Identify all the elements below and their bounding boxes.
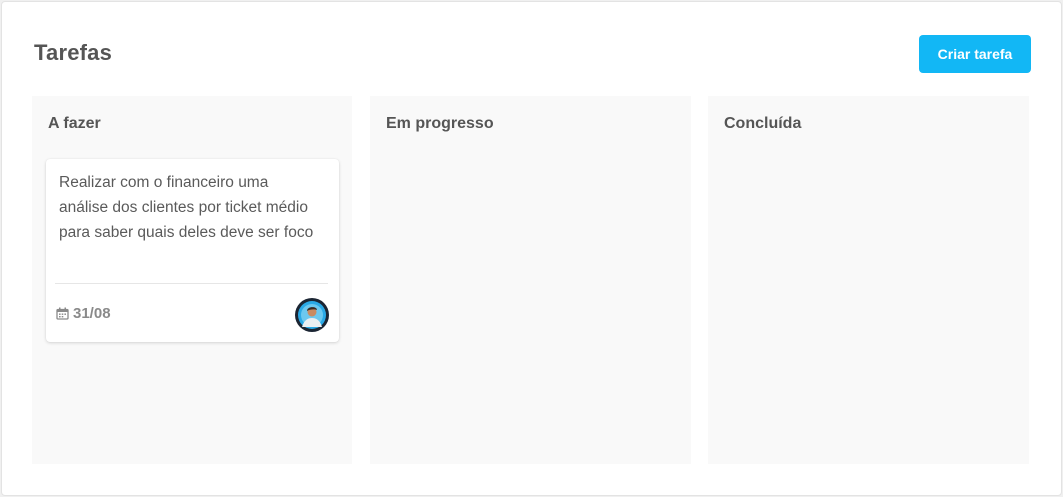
create-task-button[interactable]: Criar tarefa xyxy=(919,35,1031,73)
task-card[interactable]: Realizar com o financeiro uma análise do… xyxy=(46,159,339,342)
card-divider xyxy=(55,283,328,284)
avatar-icon xyxy=(298,301,326,329)
page-title: Tarefas xyxy=(34,40,113,65)
column-todo: A fazer Realizar com o financeiro uma an… xyxy=(32,96,352,464)
due-date-text: 31/08 xyxy=(73,305,111,322)
column-title-todo: A fazer xyxy=(48,115,101,132)
column-title-done: Concluída xyxy=(724,115,802,132)
column-title-in-progress: Em progresso xyxy=(386,115,494,132)
calendar-icon xyxy=(56,307,69,320)
column-in-progress: Em progresso xyxy=(370,96,691,464)
task-description: Realizar com o financeiro uma análise do… xyxy=(59,174,314,241)
assignee-avatar[interactable] xyxy=(295,298,329,332)
due-date: 31/08 xyxy=(56,305,111,322)
column-done: Concluída xyxy=(708,96,1029,464)
